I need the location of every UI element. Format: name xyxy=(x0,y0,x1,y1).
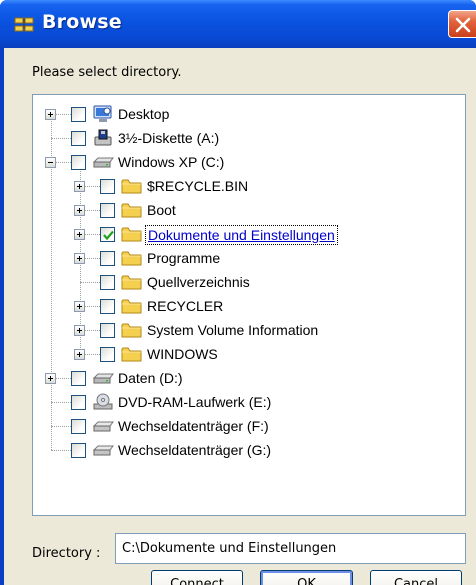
connect-button-label: onnect xyxy=(179,577,224,585)
tree-node-label[interactable]: Boot xyxy=(145,201,178,219)
tree-node-label[interactable]: Desktop xyxy=(116,105,171,123)
connect-button-mnemonic: C xyxy=(170,577,180,585)
tree-node-label[interactable]: RECYCLER xyxy=(145,297,225,315)
browse-dialog: Browse Please select directory. Desktop 3… xyxy=(0,0,476,585)
tree-checkbox[interactable] xyxy=(71,395,86,410)
tree-node[interactable]: Programme xyxy=(33,249,465,273)
tree-node-label[interactable]: DVD-RAM-Laufwerk (E:) xyxy=(116,393,273,411)
removable-drive-icon xyxy=(92,441,114,459)
tree-checkbox[interactable] xyxy=(100,251,115,266)
expand-plus-icon[interactable] xyxy=(74,181,85,192)
tree-node-label[interactable]: Quellverzeichnis xyxy=(145,273,252,291)
tree-node-label[interactable]: Daten (D:) xyxy=(116,369,185,387)
tree-checkbox[interactable] xyxy=(71,371,86,386)
tree-node-label[interactable]: 3½-Diskette (A:) xyxy=(116,129,221,147)
tree-node[interactable]: System Volume Information xyxy=(33,321,465,345)
tree-checkbox[interactable] xyxy=(71,155,86,170)
tree-checkbox[interactable] xyxy=(71,443,86,458)
expand-plus-icon[interactable] xyxy=(45,109,56,120)
tree-connector xyxy=(80,282,100,283)
folder-icon xyxy=(121,249,143,267)
folder-icon xyxy=(121,321,143,339)
tree-checkbox[interactable] xyxy=(71,131,86,146)
folder-icon xyxy=(121,297,143,315)
folder-icon xyxy=(121,177,143,195)
directory-label: Directory : xyxy=(32,546,101,561)
tree-node-label[interactable]: $RECYCLE.BIN xyxy=(145,177,250,195)
folder-icon xyxy=(121,225,143,243)
title-bar[interactable]: Browse xyxy=(0,0,476,48)
tree-node[interactable]: 3½-Diskette (A:) xyxy=(33,129,465,153)
expand-plus-icon[interactable] xyxy=(74,253,85,264)
tree-node[interactable]: $RECYCLE.BIN xyxy=(33,177,465,201)
close-button[interactable] xyxy=(448,10,476,38)
tree-checkbox[interactable] xyxy=(71,107,86,122)
expand-plus-icon[interactable] xyxy=(74,325,85,336)
tree-node[interactable]: RECYCLER xyxy=(33,297,465,321)
dialog-client-area: Please select directory. Desktop 3½-Diske… xyxy=(4,48,476,585)
desktop-icon xyxy=(92,105,114,123)
tree-node[interactable]: DVD-RAM-Laufwerk (E:) xyxy=(33,393,465,417)
tree-node-label[interactable]: System Volume Information xyxy=(145,321,320,339)
tree-node[interactable]: Wechseldatenträger (F:) xyxy=(33,417,465,441)
tree-checkbox[interactable] xyxy=(100,299,115,314)
tree-node[interactable]: WINDOWS xyxy=(33,345,465,369)
expand-plus-icon[interactable] xyxy=(45,373,56,384)
collapse-minus-icon[interactable] xyxy=(45,157,56,168)
tree-checkbox[interactable] xyxy=(100,203,115,218)
expand-plus-icon[interactable] xyxy=(74,205,85,216)
tree-node-label[interactable]: Windows XP (C:) xyxy=(116,153,226,171)
connect-button[interactable]: Connect xyxy=(151,570,243,585)
hard-drive-icon xyxy=(92,369,114,387)
tree-node-label[interactable]: Wechseldatenträger (F:) xyxy=(116,417,271,435)
tree-node[interactable]: Daten (D:) xyxy=(33,369,465,393)
cancel-button[interactable]: Cancel xyxy=(370,570,462,585)
tree-connector xyxy=(51,402,71,403)
floppy-drive-icon xyxy=(92,129,114,147)
tree-connector xyxy=(51,450,71,451)
expand-plus-icon[interactable] xyxy=(74,349,85,360)
tree-node-label[interactable]: Dokumente und Einstellungen xyxy=(145,225,338,245)
tree-node[interactable]: Wechseldatenträger (G:) xyxy=(33,441,465,465)
tree-checkbox[interactable] xyxy=(100,179,115,194)
tree-node-label[interactable]: Wechseldatenträger (G:) xyxy=(116,441,273,459)
hard-drive-icon xyxy=(92,153,114,171)
folder-icon xyxy=(121,345,143,363)
tree-checkbox[interactable] xyxy=(100,347,115,362)
tree-node[interactable]: Boot xyxy=(33,201,465,225)
ok-button[interactable]: OK xyxy=(260,570,353,585)
select-directory-prompt: Please select directory. xyxy=(32,65,182,80)
tree-node[interactable]: Desktop xyxy=(33,105,465,129)
expand-plus-icon[interactable] xyxy=(74,229,85,240)
tree-checkbox[interactable] xyxy=(71,419,86,434)
folder-browse-icon xyxy=(14,15,34,33)
tree-checkbox[interactable] xyxy=(100,227,115,242)
tree-connector xyxy=(51,426,71,427)
tree-node-label[interactable]: Programme xyxy=(145,249,222,267)
tree-node-label[interactable]: WINDOWS xyxy=(145,345,220,363)
directory-tree[interactable]: Desktop 3½-Diskette (A:) Windows XP (C:) $R… xyxy=(32,94,466,516)
directory-input[interactable] xyxy=(115,533,466,564)
tree-node[interactable]: Windows XP (C:) xyxy=(33,153,465,177)
tree-node[interactable]: Quellverzeichnis xyxy=(33,273,465,297)
tree-connector xyxy=(51,138,71,139)
folder-icon xyxy=(121,273,143,291)
expand-plus-icon[interactable] xyxy=(74,301,85,312)
removable-drive-icon xyxy=(92,417,114,435)
folder-icon xyxy=(121,201,143,219)
dvd-drive-icon xyxy=(92,393,114,411)
tree-checkbox[interactable] xyxy=(100,275,115,290)
tree-node[interactable]: Dokumente und Einstellungen xyxy=(33,225,465,249)
window-title: Browse xyxy=(42,11,122,33)
tree-checkbox[interactable] xyxy=(100,323,115,338)
